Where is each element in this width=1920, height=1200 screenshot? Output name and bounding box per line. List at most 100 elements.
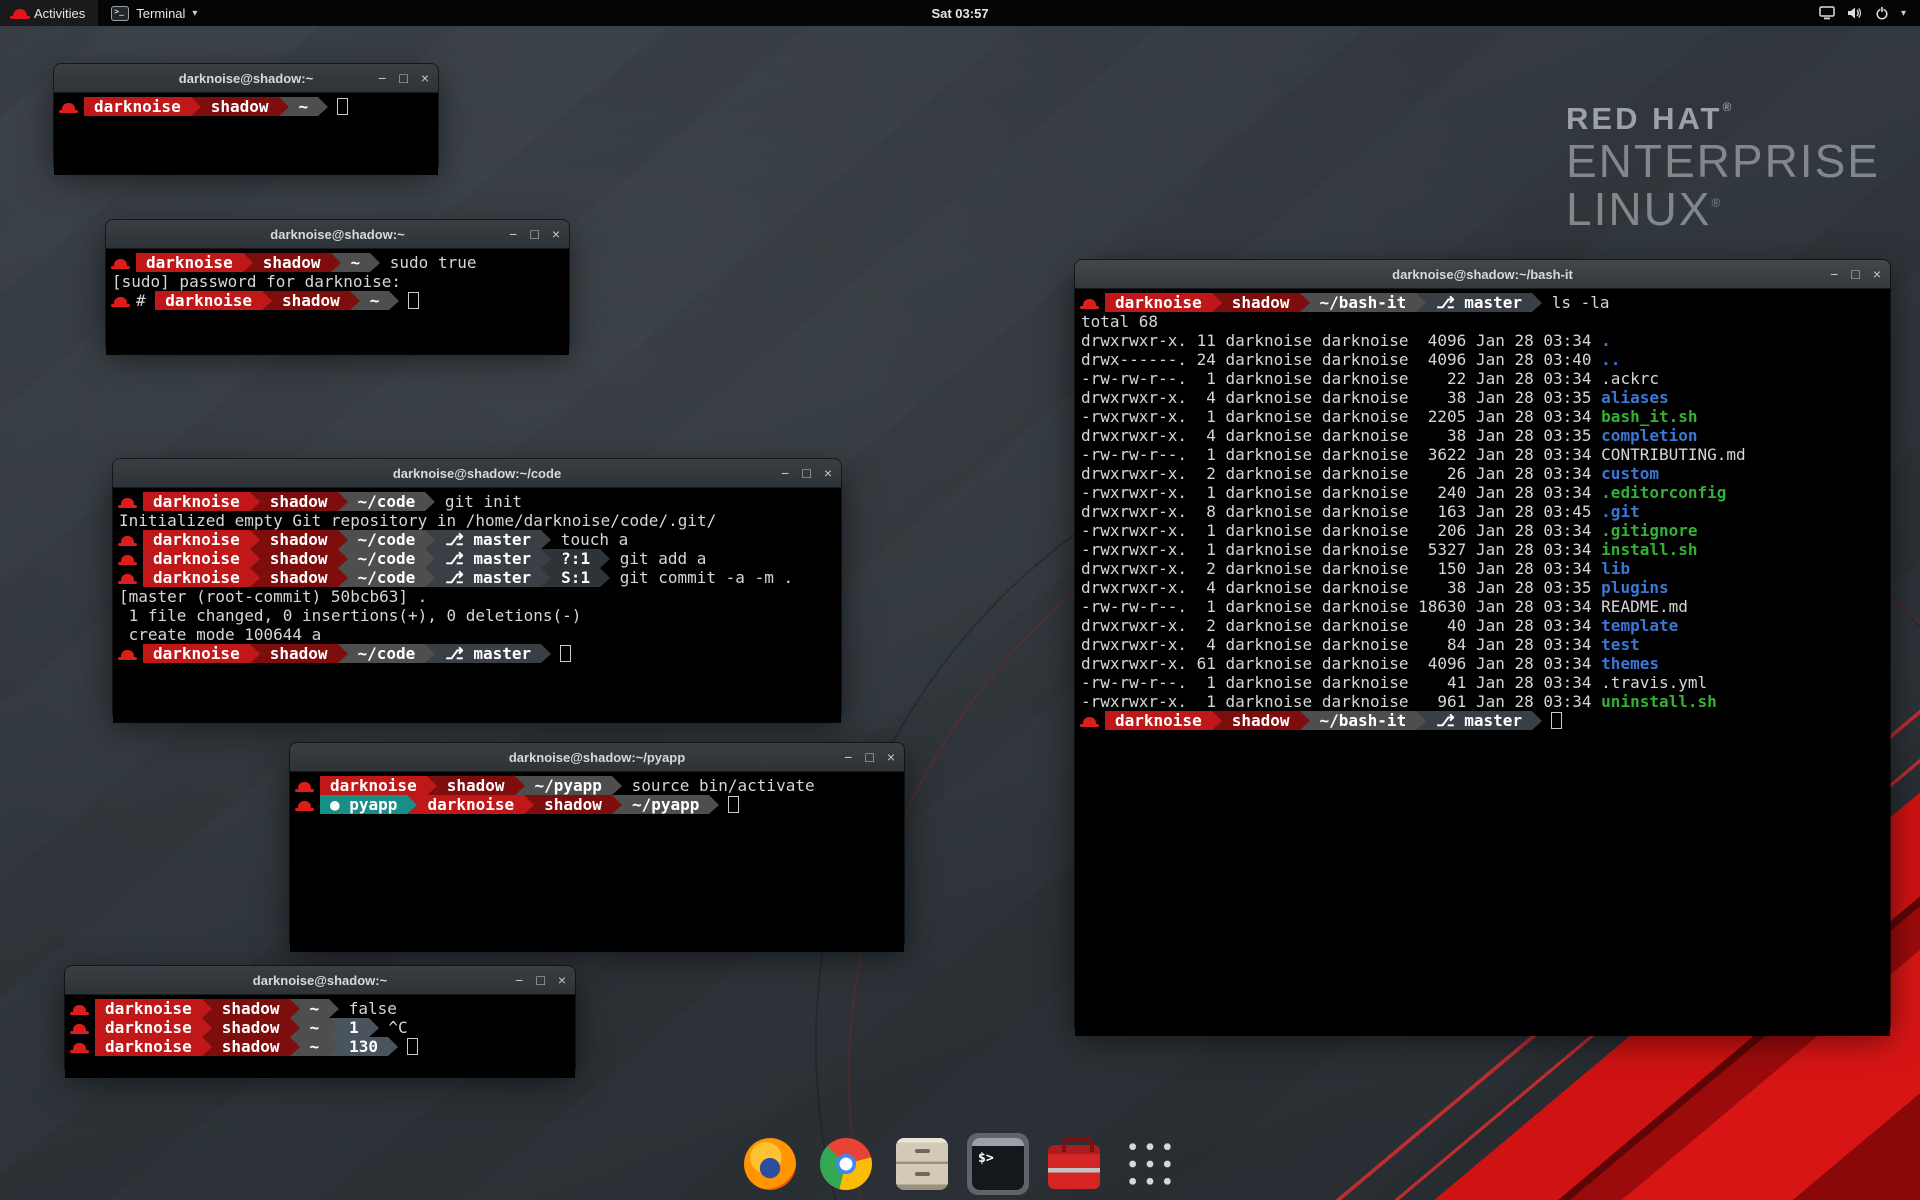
prompt-host-segment: shadow — [260, 568, 338, 587]
powerline-separator — [425, 568, 435, 587]
terminal-text: touch a — [551, 530, 628, 549]
powerline-separator — [1416, 711, 1426, 730]
terminal-line: drwxrwxr-x. 2 darknoise darknoise 26 Jan… — [1081, 464, 1884, 483]
prompt-gitstatus-segment: S:1 — [551, 568, 600, 587]
powerline-separator — [1212, 711, 1222, 730]
titlebar[interactable]: darknoise@shadow:~/pyapp−□× — [290, 743, 904, 772]
close-button[interactable]: × — [558, 973, 566, 987]
prompt-host-segment: shadow — [260, 549, 338, 568]
desktop[interactable]: RED HAT® ENTERPRISE LINUX® darknoise@sha… — [0, 0, 1920, 1200]
app-menu-terminal[interactable]: Terminal ▾ — [98, 0, 210, 26]
terminal-line: -rwxrwxr-x. 1 darknoise darknoise 206 Ja… — [1081, 521, 1884, 540]
prompt-path-segment: ~/bash-it — [1310, 293, 1417, 312]
dock-item-chrome[interactable] — [815, 1133, 877, 1195]
terminal-content[interactable]: darknoiseshadow~/bash-it⎇ master ls -lat… — [1075, 289, 1890, 1036]
close-button[interactable]: × — [887, 750, 895, 764]
maximize-button[interactable]: □ — [536, 973, 544, 987]
app-grid-icon — [1124, 1138, 1176, 1190]
dir-name: . — [1601, 331, 1611, 350]
titlebar[interactable]: darknoise@shadow:~−□× — [106, 220, 569, 249]
powerline-separator — [250, 568, 260, 587]
minimize-button[interactable]: − — [378, 71, 386, 85]
close-button[interactable]: × — [824, 466, 832, 480]
window-title: darknoise@shadow:~/bash-it — [1392, 267, 1573, 282]
powerline-separator — [389, 291, 399, 310]
terminal-text: -rwxrwxr-x. 1 darknoise darknoise 5327 J… — [1081, 540, 1601, 559]
terminal-content[interactable]: darknoiseshadow~/code git initInitialize… — [113, 488, 841, 723]
terminal-text: ^C — [379, 1018, 408, 1037]
redhat-prompt-icon — [1083, 717, 1096, 725]
terminal-line: darknoiseshadow~/bash-it⎇ master — [1081, 711, 1884, 730]
powerline-separator — [290, 999, 300, 1018]
powerline-separator — [541, 568, 551, 587]
chevron-down-icon: ▾ — [192, 8, 197, 19]
powerline-separator — [350, 291, 360, 310]
window-controls: −□ × — [515, 966, 566, 994]
terminal-content[interactable]: darknoiseshadow~ falsedarknoiseshadow~1 … — [65, 995, 575, 1078]
terminal-content[interactable]: darknoiseshadow~/pyapp source bin/activa… — [290, 772, 904, 952]
dock-item-grid[interactable] — [1119, 1133, 1181, 1195]
terminal-text: -rwxrwxr-x. 1 darknoise darknoise 206 Ja… — [1081, 521, 1601, 540]
minimize-button[interactable]: − — [1830, 267, 1838, 281]
terminal-text: # — [136, 291, 155, 310]
terminal-text: drwxrwxr-x. 2 darknoise darknoise 40 Jan… — [1081, 616, 1601, 635]
volume-icon[interactable] — [1847, 6, 1863, 20]
chrome-icon — [820, 1138, 872, 1190]
terminal-text: [sudo] password for darknoise: — [112, 272, 411, 291]
terminal-text: drwxrwxr-x. 2 darknoise darknoise 150 Ja… — [1081, 559, 1601, 578]
minimize-button[interactable]: − — [844, 750, 852, 764]
terminal-line: drwxrwxr-x. 4 darknoise darknoise 38 Jan… — [1081, 426, 1884, 445]
close-button[interactable]: × — [1873, 267, 1881, 281]
minimize-button[interactable]: − — [509, 227, 517, 241]
system-status-area[interactable]: ▾ — [1805, 0, 1920, 26]
dock-item-toolbox[interactable] — [1043, 1133, 1105, 1195]
maximize-button[interactable]: □ — [865, 750, 873, 764]
dock-item-files[interactable] — [891, 1133, 953, 1195]
dock-item-firefox[interactable] — [739, 1133, 801, 1195]
prompt-host-segment: shadow — [1222, 711, 1300, 730]
prompt-user-segment: darknoise — [143, 568, 250, 587]
brand-linux: LINUX® — [1566, 185, 1880, 233]
terminal-content[interactable]: darknoiseshadow~ sudo true[sudo] passwor… — [106, 249, 569, 355]
terminal-line: -rwxrwxr-x. 1 darknoise darknoise 5327 J… — [1081, 540, 1884, 559]
redhat-prompt-icon — [121, 555, 134, 563]
terminal-text: drwxrwxr-x. 4 darknoise darknoise 38 Jan… — [1081, 426, 1601, 445]
prompt-user-segment: darknoise — [143, 549, 250, 568]
maximize-button[interactable]: □ — [530, 227, 538, 241]
terminal-text: [master (root-commit) 50bcb63] . — [119, 587, 427, 606]
maximize-button[interactable]: □ — [802, 466, 810, 480]
brand-enterprise: ENTERPRISE — [1566, 137, 1880, 185]
terminal-line: -rwxrwxr-x. 1 darknoise darknoise 2205 J… — [1081, 407, 1884, 426]
window-controls: −□ × — [1830, 260, 1881, 288]
prompt-host-segment: shadow — [212, 999, 290, 1018]
close-button[interactable]: × — [552, 227, 560, 241]
powerline-separator — [243, 253, 253, 272]
powerline-separator — [338, 549, 348, 568]
terminal-line: drwxrwxr-x. 4 darknoise darknoise 84 Jan… — [1081, 635, 1884, 654]
minimize-button[interactable]: − — [515, 973, 523, 987]
power-icon[interactable] — [1875, 6, 1889, 20]
terminal-line: -rwxrwxr-x. 1 darknoise darknoise 240 Ja… — [1081, 483, 1884, 502]
terminal-text: -rw-rw-r--. 1 darknoise darknoise 18630 … — [1081, 597, 1688, 616]
redhat-prompt-icon — [121, 498, 134, 506]
terminal-line: drwxrwxr-x. 4 darknoise darknoise 38 Jan… — [1081, 578, 1884, 597]
terminal-text: source bin/activate — [622, 776, 815, 795]
prompt-user-segment: darknoise — [143, 644, 250, 663]
minimize-button[interactable]: − — [781, 466, 789, 480]
titlebar[interactable]: darknoise@shadow:~−□× — [54, 64, 438, 93]
dock-item-terminal[interactable] — [967, 1133, 1029, 1195]
maximize-button[interactable]: □ — [399, 71, 407, 85]
titlebar[interactable]: darknoise@shadow:~−□× — [65, 966, 575, 995]
close-button[interactable]: × — [421, 71, 429, 85]
chevron-down-icon[interactable]: ▾ — [1901, 8, 1906, 19]
titlebar[interactable]: darknoise@shadow:~/code−□× — [113, 459, 841, 488]
terminal-line: create mode 100644 a — [119, 625, 835, 644]
maximize-button[interactable]: □ — [1851, 267, 1859, 281]
display-icon[interactable] — [1819, 6, 1835, 20]
terminal-content[interactable]: darknoiseshadow~ — [54, 93, 438, 175]
titlebar[interactable]: darknoise@shadow:~/bash-it −□ × — [1075, 260, 1890, 289]
terminal-window-exitcodes: darknoise@shadow:~−□×darknoiseshadow~ fa… — [65, 966, 575, 1069]
clock[interactable]: Sat 03:57 — [931, 6, 988, 21]
prompt-path-segment: ~ — [300, 1018, 330, 1037]
activities-button[interactable]: Activities — [0, 0, 98, 26]
